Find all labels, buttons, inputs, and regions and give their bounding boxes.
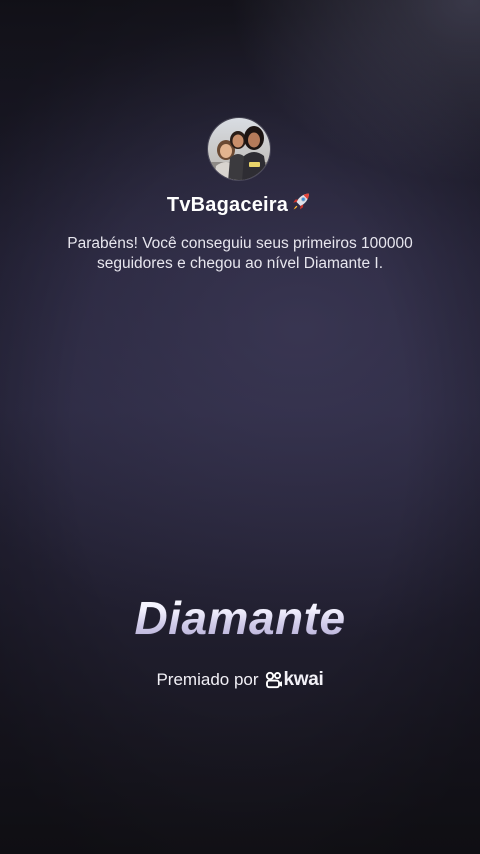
username[interactable]: TvBagaceira [167, 194, 288, 216]
awarded-by-row: Premiado por kwai [0, 668, 480, 696]
username-row: TvBagaceira [0, 190, 480, 222]
rocket-icon [289, 190, 313, 222]
profile-avatar[interactable] [207, 117, 271, 181]
profile-photo-icon [208, 118, 270, 180]
kwai-brand-name: kwai [283, 669, 324, 690]
awarded-by-label: Premiado por [156, 670, 259, 689]
kwai-logo-icon [265, 671, 283, 696]
congratulations-message: Parabéns! Você conseguiu seus primeiros … [67, 235, 413, 272]
level-name: Diamante [0, 588, 480, 648]
